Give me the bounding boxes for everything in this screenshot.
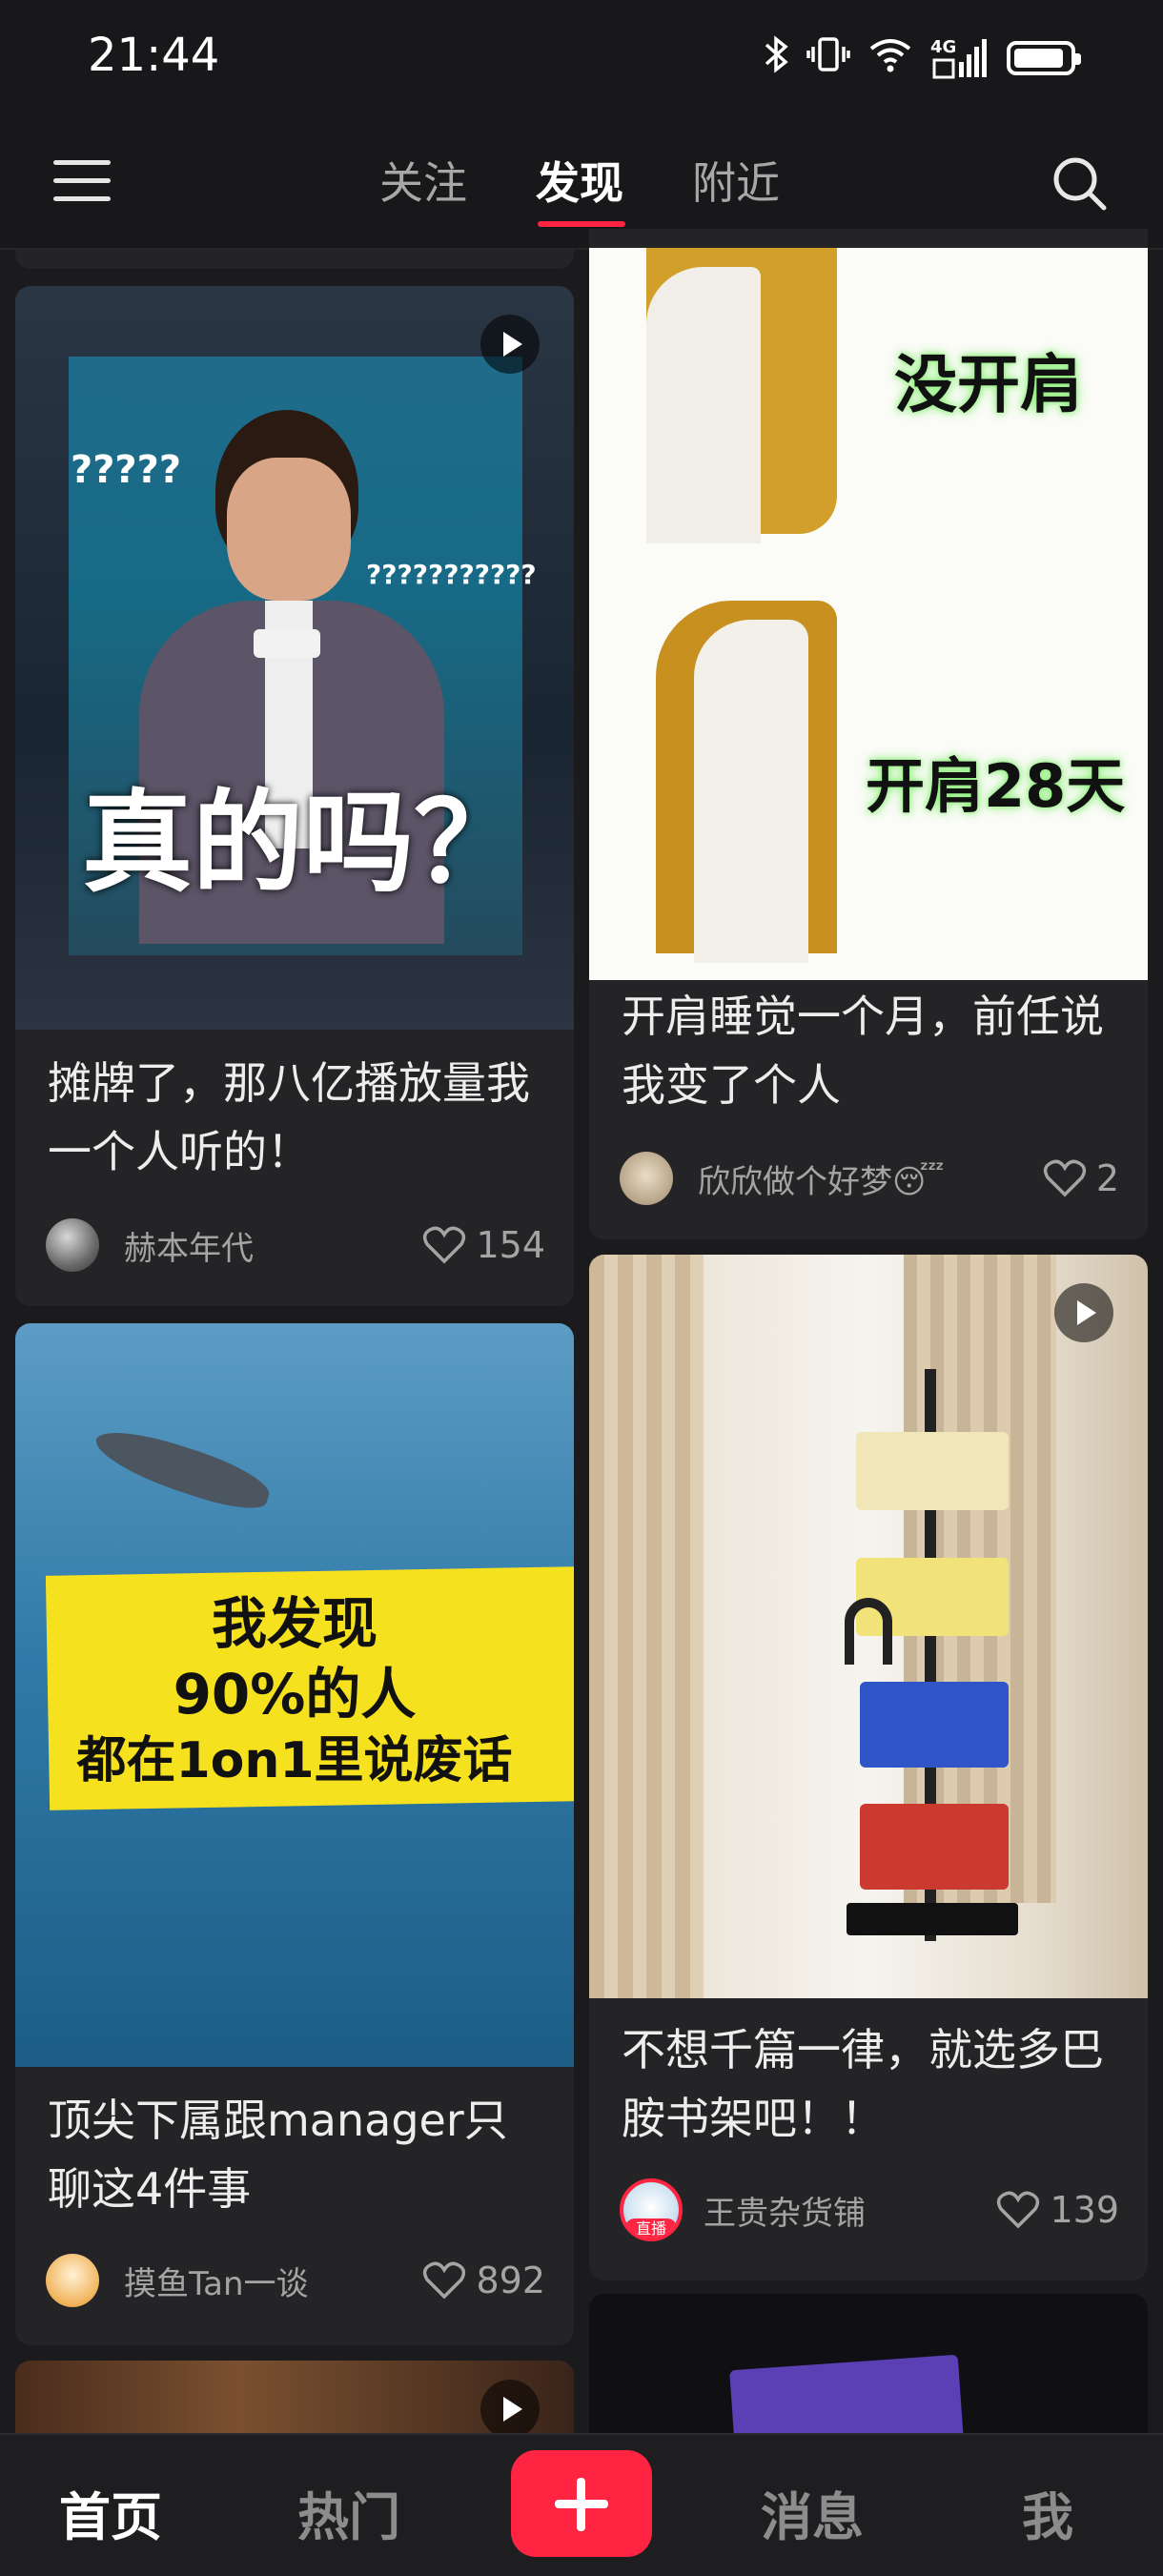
heart-icon [423,2261,466,2300]
nav-home[interactable]: 首页 [59,2475,162,2550]
card-edge-fragment [15,250,574,269]
author-name[interactable]: 赫本年代 [124,1222,422,1269]
like-button[interactable]: 154 [422,1224,545,1266]
add-post-button[interactable] [511,2450,652,2557]
image-caption-small: ??????????? [366,559,537,590]
heart-icon [423,1226,466,1264]
author-name[interactable]: 摸鱼Tan一谈 [124,2258,422,2304]
figure-bottom-arm [694,620,808,963]
author-avatar[interactable]: 直播 [620,2178,683,2241]
headphones-shape [845,1598,892,1665]
nav-me[interactable]: 我 [1022,2475,1073,2550]
image-caption-small: ????? [71,448,182,492]
image-caption: 都在1on1里说废话 [76,1732,513,1789]
active-tab-indicator [538,221,625,227]
card-cover-image [589,1255,1148,1998]
like-button[interactable]: 892 [422,2259,545,2301]
dolphin-shape [89,1420,275,1519]
feed-card[interactable]: 不想千篇一律，就选多巴胺书架吧！！ 直播 王贵杂货铺 139 [589,1255,1148,2280]
card-title[interactable]: 开肩睡觉一个月，前任说我变了个人 [622,982,1119,1119]
card-meta: 赫本年代 154 [46,1215,545,1276]
video-play-icon [480,2380,540,2439]
image-caption: 90%的人 [173,1662,417,1727]
signal-icon: 4G [930,37,990,79]
nav-hot[interactable]: 热门 [297,2475,400,2550]
video-play-icon [480,315,540,374]
status-icons: 4G [763,34,1081,82]
author-name[interactable]: 欣欣做个好梦😴 [698,1155,1043,1202]
card-cover-image: ????? ??????????? 真的吗？ [15,286,574,1030]
curtain [589,1255,704,1998]
like-count: 2 [1095,1157,1119,1199]
tab-discover[interactable]: 发现 [536,149,623,212]
tab-follow[interactable]: 关注 [379,149,467,212]
menu-icon[interactable] [53,160,111,202]
card-title[interactable]: 顶尖下属跟manager只聊这4件事 [48,2086,545,2223]
live-badge: 直播 [625,2218,677,2238]
feed-card[interactable]: 没开肩 开肩28天 开肩睡觉一个月，前任说我变了个人 欣欣做个好梦😴 2 [589,229,1148,1239]
like-count: 154 [476,1224,545,1266]
card-meta: 欣欣做个好梦😴 2 [620,1148,1119,1209]
card-title[interactable]: 不想千篇一律，就选多巴胺书架吧！！ [622,2015,1119,2153]
wifi-icon [867,35,913,82]
card-meta: 直播 王贵杂货铺 139 [620,2178,1119,2241]
battery-icon [1007,41,1081,75]
card-title[interactable]: 摊牌了，那八亿播放量我一个人听的！ [48,1049,545,1186]
like-count: 139 [1050,2189,1119,2231]
shelf-box-cream [856,1432,1009,1510]
card-meta: 摸鱼Tan一谈 892 [46,2250,545,2311]
tab-nearby[interactable]: 附近 [692,149,780,212]
card-cover-image: 我发现 90%的人 都在1on1里说废话 [15,1323,574,2067]
feed-card[interactable]: 我发现 90%的人 都在1on1里说废话 顶尖下属跟manager只聊这4件事 … [15,1323,574,2345]
like-count: 892 [476,2259,545,2301]
figure-top-arm [646,267,761,543]
author-avatar[interactable] [46,2254,99,2307]
heart-icon [1043,1159,1086,1197]
like-button[interactable]: 139 [996,2189,1119,2231]
image-caption-large: 真的吗？ [82,779,524,908]
image-caption: 我发现 [211,1591,377,1656]
author-avatar[interactable] [620,1152,673,1205]
shelf-box-red [860,1804,1009,1890]
image-caption: 开肩28天 [866,751,1126,821]
like-button[interactable]: 2 [1043,1157,1119,1199]
image-caption: 没开肩 [894,348,1083,421]
shelf-base [847,1903,1018,1935]
video-play-icon [1054,1283,1113,1342]
status-time: 21:44 [88,29,220,82]
heart-icon [997,2191,1040,2229]
card-cover-image: 没开肩 开肩28天 [589,248,1148,980]
vibrate-icon [806,35,850,82]
author-name[interactable]: 王贵杂货铺 [704,2187,996,2234]
feed-card[interactable]: ????? ??????????? 真的吗？ 摊牌了，那八亿播放量我一个人听的！… [15,286,574,1306]
author-avatar[interactable] [46,1218,99,1272]
search-icon[interactable] [1049,153,1110,214]
nav-messages[interactable]: 消息 [761,2475,864,2550]
bluetooth-icon [763,34,789,82]
shelf-box-blue [860,1682,1009,1768]
feed-card-partial[interactable] [589,2294,1148,2446]
